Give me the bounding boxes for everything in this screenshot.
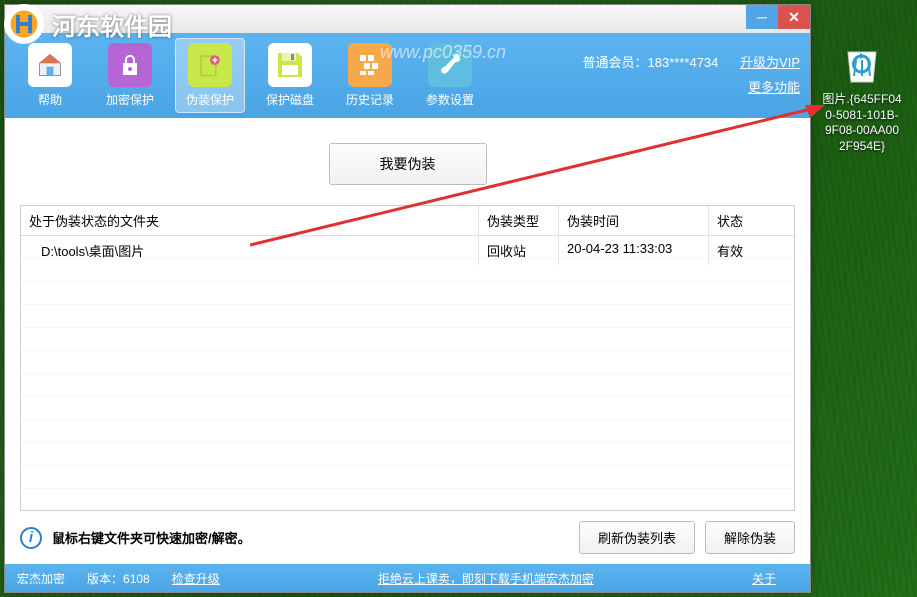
close-button[interactable]: ✕ <box>778 5 810 29</box>
bottom-bar: i 鼠标右键文件夹可快速加密/解密。 刷新伪装列表 解除伪装 <box>20 521 795 554</box>
toolbar-disk[interactable]: 保护磁盘 <box>255 38 325 113</box>
col-folder-header[interactable]: 处于伪装状态的文件夹 <box>21 206 479 235</box>
floppy-icon <box>268 43 312 87</box>
member-id: 183****4734 <box>648 55 719 70</box>
toolbar-label: 历史记录 <box>346 91 394 108</box>
remove-disguise-button[interactable]: 解除伪装 <box>705 521 795 554</box>
cell-time: 20-04-23 11:33:03 <box>559 236 709 265</box>
member-label: 普通会员： <box>583 55 648 70</box>
col-status-header[interactable]: 状态 <box>709 206 794 235</box>
table-header: 处于伪装状态的文件夹 伪装类型 伪装时间 状态 <box>21 206 794 236</box>
table-row[interactable]: D:\tools\桌面\图片 回收站 20-04-23 11:33:03 有效 <box>21 236 794 265</box>
toolbar-right: 普通会员：183****4734 升级为VIP 更多功能 <box>583 51 800 100</box>
lock-icon <box>108 43 152 87</box>
cell-type: 回收站 <box>479 236 559 265</box>
minimize-button[interactable]: ─ <box>746 5 778 29</box>
window-controls: ─ ✕ <box>746 5 810 29</box>
watermark-logo <box>4 4 44 44</box>
app-name: 宏杰加密 <box>17 570 65 587</box>
app-window: ─ ✕ 帮助 加密保护 伪装保护 保护磁盘 <box>4 4 811 593</box>
toolbar-encrypt[interactable]: 加密保护 <box>95 38 165 113</box>
toolbar-label: 伪装保护 <box>186 91 234 108</box>
toolbar-label: 帮助 <box>38 91 62 108</box>
disguise-table: 处于伪装状态的文件夹 伪装类型 伪装时间 状态 D:\tools\桌面\图片 回… <box>20 205 795 511</box>
toolbar-disguise[interactable]: 伪装保护 <box>175 38 245 113</box>
upgrade-vip-link[interactable]: 升级为VIP <box>740 55 800 70</box>
check-update-link[interactable]: 检查升级 <box>172 570 220 587</box>
col-type-header[interactable]: 伪装类型 <box>479 206 559 235</box>
more-features-link[interactable]: 更多功能 <box>748 80 800 95</box>
watermark: 河东软件园 <box>4 4 172 44</box>
cell-folder: D:\tools\桌面\图片 <box>21 236 479 265</box>
version: 版本：6108 <box>87 570 150 587</box>
watermark-url: www.pc0359.cn <box>380 42 506 63</box>
about-link[interactable]: 关于 <box>752 570 776 587</box>
toolbar-label: 参数设置 <box>426 91 474 108</box>
content-area: 我要伪装 处于伪装状态的文件夹 伪装类型 伪装时间 状态 D:\tools\桌面… <box>5 118 810 564</box>
recycle-bin-icon <box>838 40 886 88</box>
cell-status: 有效 <box>709 236 794 265</box>
toolbar-label: 加密保护 <box>106 91 154 108</box>
promo-link[interactable]: 拒绝云上课卖，即刻下载手机端宏杰加密 <box>378 570 594 587</box>
watermark-text: 河东软件园 <box>52 7 172 42</box>
book-icon <box>188 43 232 87</box>
disguise-button[interactable]: 我要伪装 <box>329 143 487 185</box>
toolbar-help[interactable]: 帮助 <box>15 38 85 113</box>
desktop-recycle-icon[interactable]: 图片.{645FF040-5081-101B-9F08-00AA002F954E… <box>822 40 902 154</box>
home-icon <box>28 43 72 87</box>
desktop-icon-label: 图片.{645FF040-5081-101B-9F08-00AA002F954E… <box>822 92 902 154</box>
table-body[interactable]: D:\tools\桌面\图片 回收站 20-04-23 11:33:03 有效 <box>21 236 794 510</box>
refresh-button[interactable]: 刷新伪装列表 <box>579 521 695 554</box>
toolbar-label: 保护磁盘 <box>266 91 314 108</box>
info-icon: i <box>20 527 42 549</box>
tip-text: 鼠标右键文件夹可快速加密/解密。 <box>52 528 251 547</box>
col-time-header[interactable]: 伪装时间 <box>559 206 709 235</box>
statusbar: 宏杰加密 版本：6108 检查升级 拒绝云上课卖，即刻下载手机端宏杰加密 关于 <box>5 564 810 592</box>
